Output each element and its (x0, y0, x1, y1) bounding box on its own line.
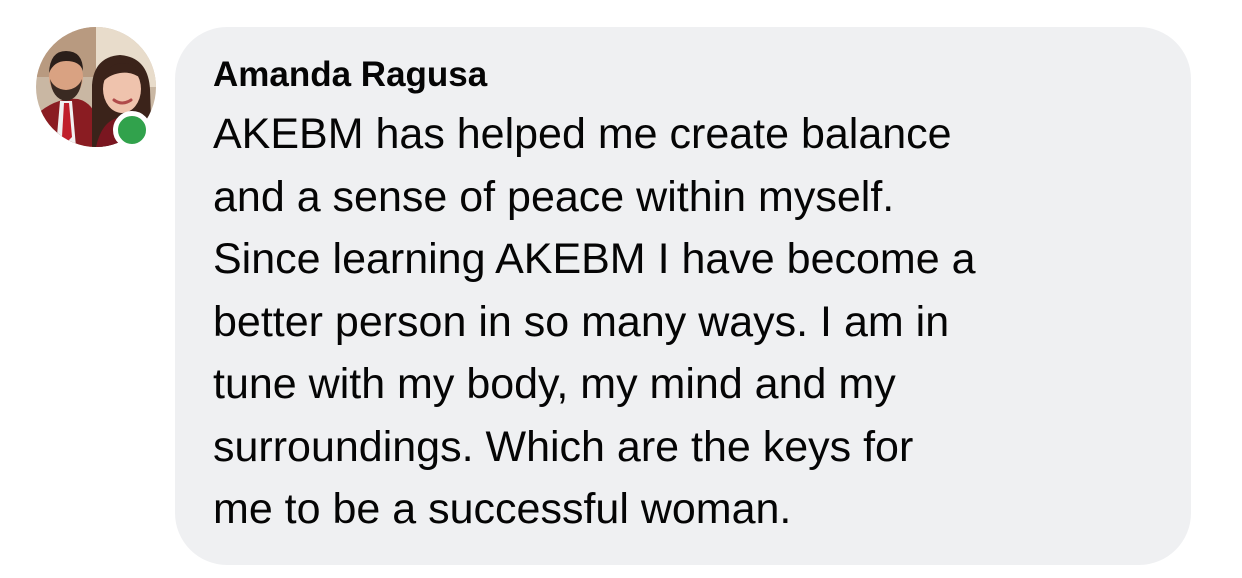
comment-text-line: AKEBM has helped me create balance (213, 110, 952, 158)
comment-text: AKEBM has helped me create balance and a… (213, 103, 1161, 541)
comment-text-line: and a sense of peace within myself. (213, 172, 895, 221)
avatar[interactable] (36, 27, 156, 149)
comment-text-line: surroundings. Which are the keys for (213, 422, 914, 471)
comment-text-line: Since learning AKEBM I have become a (213, 235, 976, 283)
comment-text-line: tune with my body, my mind and my (213, 360, 896, 408)
comment-text-line: better person in so many ways. I am in (213, 297, 950, 346)
author-name[interactable]: Amanda Ragusa (213, 53, 1161, 97)
comment-text-line: me to be a successful woman. (213, 485, 792, 533)
comment-bubble: Amanda Ragusa AKEBM has helped me create… (175, 27, 1191, 565)
online-status-dot-icon (113, 111, 151, 149)
comment: Amanda Ragusa AKEBM has helped me create… (0, 0, 1242, 578)
